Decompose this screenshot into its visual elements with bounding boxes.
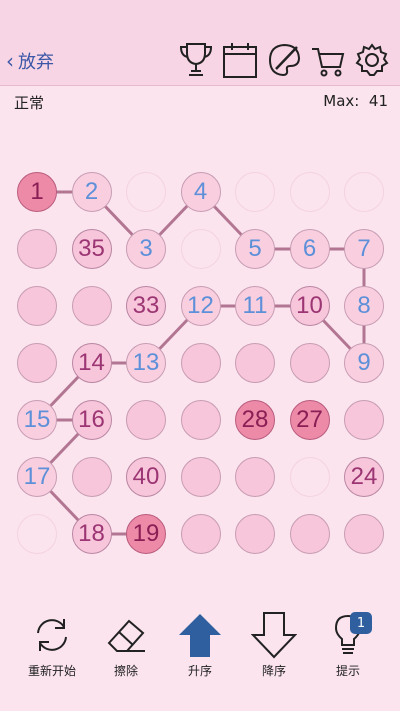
board-cell-1[interactable]: 1: [17, 172, 57, 212]
top-icons: [178, 40, 390, 80]
board-cell-empty[interactable]: [71, 286, 112, 326]
board-cell-empty[interactable]: [344, 400, 384, 440]
board-cell-33[interactable]: 33: [126, 286, 166, 326]
board-cell-27[interactable]: 27: [289, 400, 330, 440]
calendar-icon[interactable]: [222, 40, 258, 80]
board-cell-16[interactable]: 16: [71, 400, 112, 440]
board-cell-13[interactable]: 13: [126, 343, 166, 383]
ascending-label: 升序: [187, 664, 212, 678]
descending-label: 降序: [261, 664, 286, 678]
board-cell-empty: [344, 172, 384, 212]
eraser-icon: [100, 610, 152, 660]
bottom-toolbar: 重新开始 擦除 升序 降序 1 提示: [0, 610, 400, 711]
palette-icon[interactable]: [266, 40, 302, 80]
board-cell-18[interactable]: 18: [71, 514, 112, 554]
gear-icon[interactable]: [354, 40, 390, 80]
board-cell-empty[interactable]: [289, 514, 330, 554]
board-cell-5[interactable]: 5: [235, 229, 275, 269]
board-cell-17[interactable]: 17: [17, 457, 57, 497]
board-cell-empty[interactable]: [126, 400, 166, 440]
back-label: 放弃: [18, 52, 54, 73]
board-cell-empty[interactable]: [180, 400, 221, 440]
board-cell-empty[interactable]: [17, 229, 57, 269]
mode-label: 正常: [14, 94, 45, 112]
board-cell-empty[interactable]: [180, 514, 221, 554]
board-cell-empty[interactable]: [180, 343, 221, 383]
board-cell-7[interactable]: 7: [344, 229, 384, 269]
ascending-button[interactable]: 升序: [160, 610, 240, 679]
board-cell-9[interactable]: 9: [344, 343, 384, 383]
board-cell-11[interactable]: 11: [235, 286, 275, 326]
board-cell-2[interactable]: 2: [71, 172, 112, 212]
board-cell-19[interactable]: 19: [126, 514, 166, 554]
descending-button[interactable]: 降序: [234, 610, 314, 679]
board-cell-empty[interactable]: [289, 343, 330, 383]
chevron-left-icon: ‹: [6, 49, 14, 73]
board-cell-empty: [289, 457, 330, 497]
board-cell-10[interactable]: 10: [289, 286, 330, 326]
board-cell-24[interactable]: 24: [344, 457, 384, 497]
hint-label: 提示: [335, 664, 360, 678]
hint-button[interactable]: 1 提示: [308, 610, 388, 679]
board-cell-40[interactable]: 40: [126, 457, 166, 497]
board-cell-28[interactable]: 28: [235, 400, 275, 440]
number-board: 1 2 4 35 3 5 6 7 33 12 11 10 8 14 13 9 15 16 28 27 17 40 24 18 1…: [0, 140, 400, 570]
trophy-icon[interactable]: [178, 40, 214, 80]
board-cell-4[interactable]: 4: [180, 172, 221, 212]
erase-button[interactable]: 擦除: [86, 610, 166, 679]
cart-icon[interactable]: [310, 40, 346, 80]
board-cell-empty[interactable]: [180, 457, 221, 497]
arrow-up-icon: [174, 610, 226, 660]
back-button[interactable]: ‹ 放弃: [6, 48, 54, 74]
max-value: 41: [368, 92, 388, 110]
restart-label: 重新开始: [27, 664, 76, 678]
board-cell-empty: [235, 172, 275, 212]
board-cell-empty: [289, 172, 330, 212]
board-cell-empty: [180, 229, 221, 269]
board-cell-15[interactable]: 15: [17, 400, 57, 440]
board-cell-12[interactable]: 12: [180, 286, 221, 326]
erase-label: 擦除: [113, 664, 138, 678]
board-cell-empty[interactable]: [235, 514, 275, 554]
arrow-down-icon: [248, 610, 300, 660]
restart-button[interactable]: 重新开始: [12, 610, 92, 679]
board-cell-35[interactable]: 35: [71, 229, 112, 269]
board-cell-empty: [17, 514, 57, 554]
board-cell-empty[interactable]: [344, 514, 384, 554]
restart-icon: [26, 610, 78, 660]
board-cell-empty[interactable]: [235, 457, 275, 497]
board-cell-empty[interactable]: [17, 286, 57, 326]
board-cell-empty[interactable]: [17, 343, 57, 383]
board-cell-6[interactable]: 6: [289, 229, 330, 269]
board-cell-14[interactable]: 14: [71, 343, 112, 383]
hint-count-badge: 1: [350, 612, 372, 634]
max-score: Max: 41: [323, 92, 388, 110]
board-cell-3[interactable]: 3: [126, 229, 166, 269]
board-cell-8[interactable]: 8: [344, 286, 384, 326]
top-bar: ‹ 放弃: [0, 0, 400, 86]
hint-bulb-icon: 1: [322, 610, 374, 660]
status-row: 正常 Max: 41: [0, 86, 400, 114]
board-cell-empty[interactable]: [71, 457, 112, 497]
max-label: Max:: [323, 92, 360, 110]
board-cell-empty: [126, 172, 166, 212]
board-cell-empty[interactable]: [235, 343, 275, 383]
